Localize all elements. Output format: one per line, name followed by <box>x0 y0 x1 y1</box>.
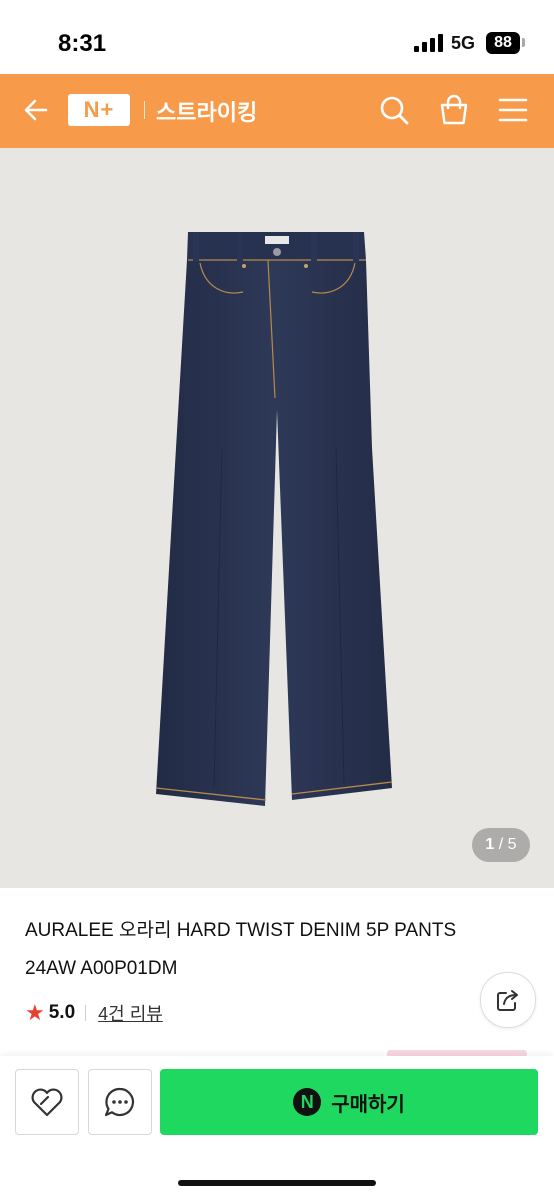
back-arrow-icon[interactable] <box>20 94 52 126</box>
image-counter-current: 1 <box>485 836 495 853</box>
heart-icon <box>31 1088 63 1117</box>
rating-separator <box>85 1005 87 1021</box>
search-icon[interactable] <box>376 92 412 128</box>
product-title: AURALEE 오라리 HARD TWIST DENIM 5P PANTS 24… <box>25 920 457 979</box>
logo-text: N+ <box>83 97 115 122</box>
menu-icon[interactable] <box>496 94 530 126</box>
naver-plus-logo[interactable]: N+ <box>68 94 130 126</box>
chat-button[interactable] <box>88 1069 152 1135</box>
buy-label: 구매하기 <box>331 1093 405 1116</box>
share-button[interactable] <box>480 972 536 1028</box>
rating-score: 5.0 <box>48 1002 76 1023</box>
network-type: 5G <box>451 33 476 53</box>
wishlist-button[interactable] <box>15 1069 79 1135</box>
rating-row: ★ 5.0 4건 리뷰 <box>25 1000 163 1026</box>
status-bar: 8:31 5G 88 <box>0 0 554 74</box>
home-indicator[interactable] <box>178 1180 376 1186</box>
clock: 8:31 <box>58 30 107 57</box>
jeans-image <box>155 232 393 806</box>
image-counter: 1 / 5 <box>472 828 530 862</box>
buy-button[interactable]: N 구매하기 <box>160 1069 538 1135</box>
battery-tip <box>522 38 525 47</box>
shopping-bag-icon[interactable] <box>436 92 472 128</box>
npay-icon: N <box>293 1088 322 1116</box>
signal-icon <box>414 34 443 52</box>
product-image[interactable]: 1 / 5 <box>0 148 554 888</box>
header-divider <box>144 101 145 119</box>
reviews-link[interactable]: 4건 리뷰 <box>98 1000 163 1026</box>
chat-bubble-icon <box>104 1087 135 1117</box>
store-name[interactable]: 스트라이킹 <box>156 95 257 127</box>
battery-icon: 88 <box>486 32 520 54</box>
star-icon: ★ <box>25 1000 45 1025</box>
share-icon <box>497 990 518 1011</box>
image-counter-total: / 5 <box>498 836 517 853</box>
